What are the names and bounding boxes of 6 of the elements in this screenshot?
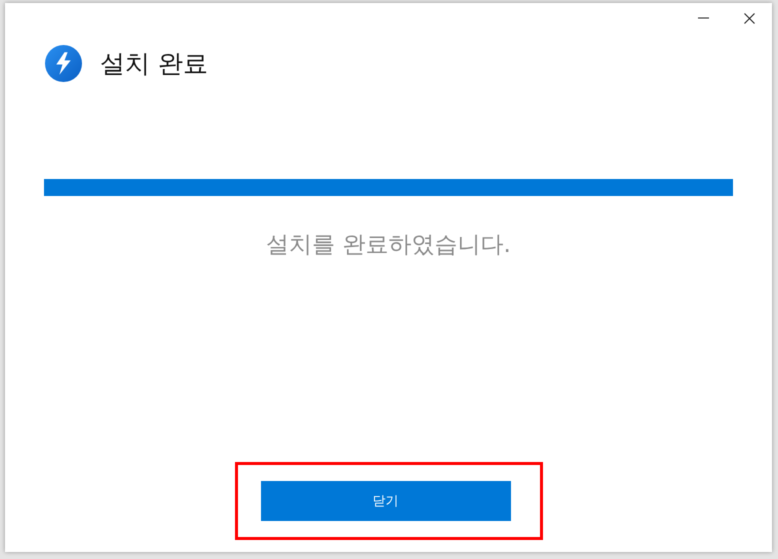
close-dialog-button[interactable]: 닫기 — [260, 481, 510, 521]
lightning-logo-icon — [45, 45, 82, 82]
minimize-icon — [698, 17, 708, 19]
status-message: 설치를 완료하였습니다. — [266, 231, 511, 260]
dialog-title: 설치 완료 — [100, 48, 208, 80]
close-icon — [744, 12, 754, 24]
